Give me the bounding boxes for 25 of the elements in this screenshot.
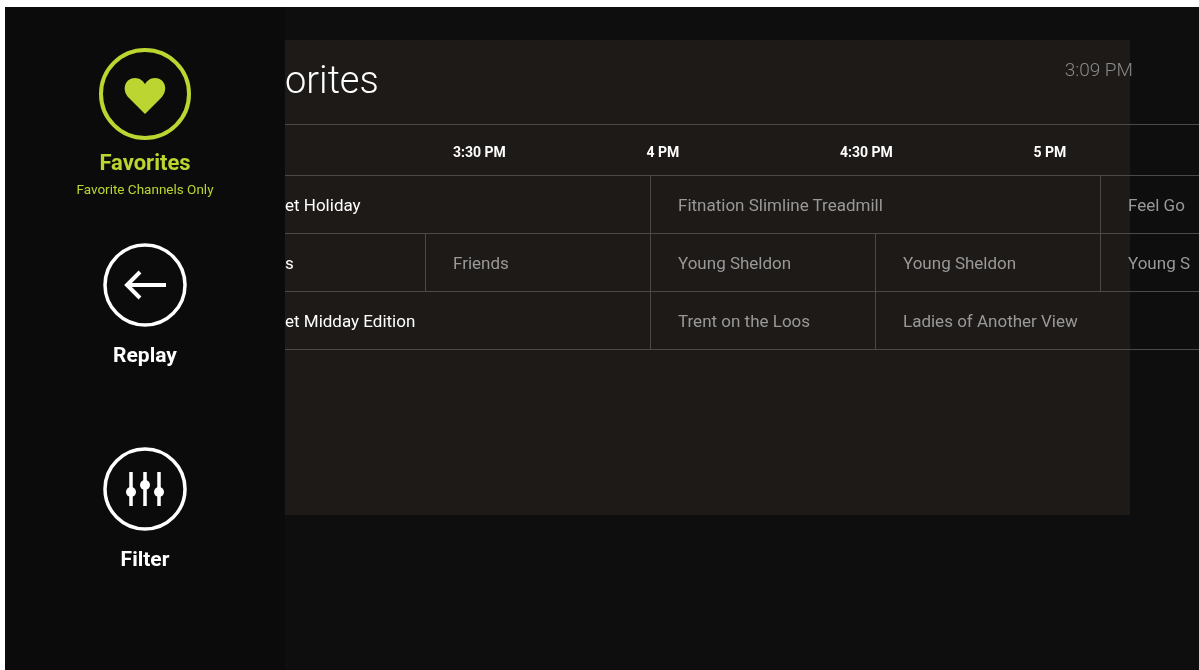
- sidebar-item[interactable]: Replay: [103, 243, 187, 367]
- program-cell[interactable]: Young Sheldon: [650, 234, 875, 291]
- time-label: 5 PM: [1032, 143, 1068, 162]
- program-cell[interactable]: Friends: [425, 234, 650, 291]
- time-label: 3:30 PM: [452, 143, 507, 162]
- sidebar-item[interactable]: Favorites Favorite Channels Only: [76, 48, 214, 197]
- item-label: Replay: [113, 343, 177, 367]
- time-label: 4:30 PM: [839, 143, 894, 162]
- item-label: Filter: [120, 547, 170, 571]
- program-cell[interactable]: Ladies of Another View: [875, 292, 1199, 349]
- program-cell[interactable]: Fitnation Slimline Treadmill: [650, 176, 1100, 233]
- guide-title: orites: [285, 60, 379, 100]
- program-cell[interactable]: Feel Go: [1100, 176, 1199, 233]
- program-cell[interactable]: Trent on the Loos: [650, 292, 875, 349]
- program-cell[interactable]: et Midday Edition: [285, 292, 650, 349]
- program-cell[interactable]: Young Sheldon: [875, 234, 1100, 291]
- item-subtitle: Favorite Channels Only: [76, 181, 214, 197]
- filter-icon: [103, 447, 187, 531]
- program-cell[interactable]: s: [285, 234, 425, 291]
- item-label: Favorites: [99, 150, 191, 175]
- program-cell[interactable]: et Holiday: [285, 176, 650, 233]
- clock: 3:09 PM: [1064, 58, 1133, 81]
- program-cell[interactable]: Young S: [1100, 234, 1199, 291]
- time-label: 4 PM: [645, 143, 681, 162]
- sidebar-item[interactable]: Filter: [103, 447, 187, 571]
